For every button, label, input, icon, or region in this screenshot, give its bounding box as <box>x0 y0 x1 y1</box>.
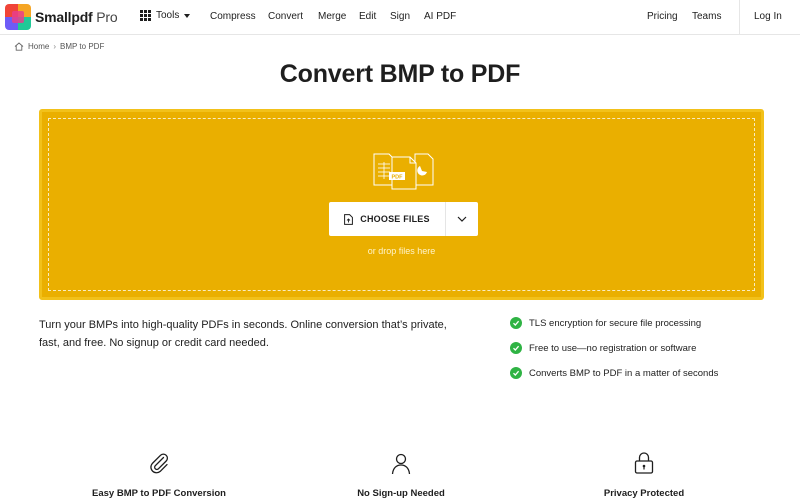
feature-text: Free to use—no registration or software <box>529 342 697 354</box>
header-divider <box>739 0 740 35</box>
brand-title: Smallpdf <box>35 9 93 25</box>
lock-icon <box>634 452 654 474</box>
grid-icon <box>140 10 151 21</box>
check-circle-icon <box>510 367 522 379</box>
page-title: Convert BMP to PDF <box>279 60 521 88</box>
nav-ai-pdf[interactable]: AI PDF <box>424 11 456 22</box>
paperclip-icon <box>150 453 169 474</box>
brand-name[interactable]: Smallpdf Pro <box>35 9 118 25</box>
nav-edit[interactable]: Edit <box>359 11 376 22</box>
file-dropzone[interactable]: PDF CHOOSE FILES or drop files here <box>39 109 764 300</box>
tools-menu-button[interactable]: Tools <box>140 10 191 21</box>
drop-hint: or drop files here <box>367 246 436 256</box>
smallpdf-logo-icon[interactable] <box>5 4 31 30</box>
benefit-easy-conversion: Easy BMP to PDF Conversion <box>92 488 226 499</box>
page-description: Turn your BMPs into high-quality PDFs in… <box>39 319 447 349</box>
feature-item: Free to use—no registration or software <box>510 342 696 354</box>
choose-files-button[interactable]: CHOOSE FILES <box>329 202 446 236</box>
user-icon <box>391 453 411 475</box>
home-icon <box>14 42 24 51</box>
feature-text: TLS encryption for secure file processin… <box>529 317 702 329</box>
nav-merge[interactable]: Merge <box>318 11 346 22</box>
nav-compress[interactable]: Compress <box>210 11 256 22</box>
nav-pricing[interactable]: Pricing <box>647 11 678 22</box>
feature-text: Converts BMP to PDF in a matter of secon… <box>529 367 719 379</box>
nav-sign[interactable]: Sign <box>390 11 410 22</box>
feature-item: TLS encryption for secure file processin… <box>510 317 701 329</box>
feature-item: Converts BMP to PDF in a matter of secon… <box>510 367 718 379</box>
choose-source-dropdown[interactable] <box>446 202 478 236</box>
nav-convert[interactable]: Convert <box>268 11 303 22</box>
caret-down-icon <box>184 13 191 18</box>
illustration-pdf-badge: PDF <box>392 175 404 181</box>
breadcrumb-current: BMP to PDF <box>60 42 105 51</box>
login-link[interactable]: Log In <box>754 11 782 22</box>
check-circle-icon <box>510 342 522 354</box>
brand-tier: Pro <box>96 9 118 25</box>
check-circle-icon <box>510 317 522 329</box>
benefit-no-signup: No Sign-up Needed <box>357 488 445 499</box>
top-navbar: Smallpdf Pro Tools Compress Convert Merg… <box>0 0 800 35</box>
choose-files-label: CHOOSE FILES <box>360 214 430 224</box>
benefit-privacy: Privacy Protected <box>603 488 685 499</box>
tools-label: Tools <box>156 10 180 21</box>
nav-teams[interactable]: Teams <box>692 11 721 22</box>
breadcrumb-separator-icon: › <box>53 42 57 51</box>
breadcrumb-home[interactable]: Home <box>28 42 49 51</box>
choose-files-control[interactable]: CHOOSE FILES <box>329 202 478 236</box>
file-upload-icon <box>344 213 354 225</box>
breadcrumb: Home › BMP to PDF <box>14 42 104 51</box>
files-illustration-icon: PDF <box>373 153 434 190</box>
chevron-down-icon <box>457 216 467 222</box>
